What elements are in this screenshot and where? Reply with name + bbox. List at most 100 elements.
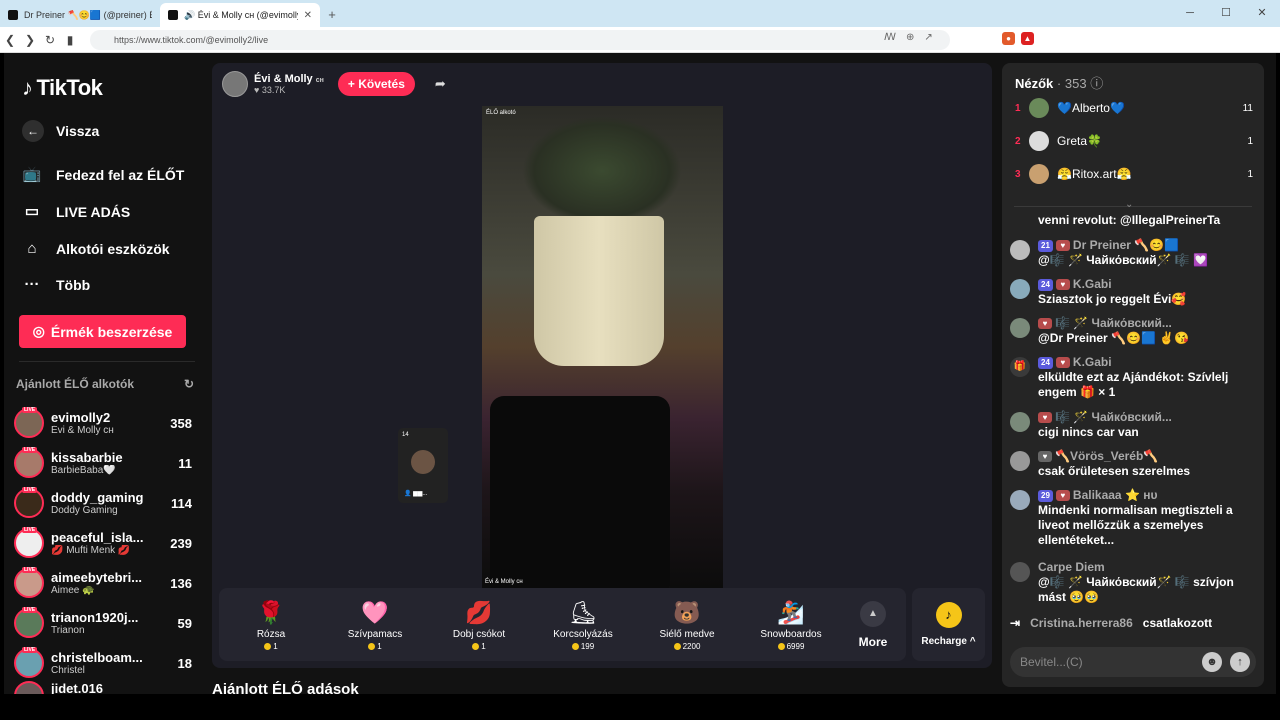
- creator-item[interactable]: LIVE christelboam... Christel 18: [14, 645, 192, 681]
- chat-input[interactable]: Bevitel...(C) ☻ ↑: [1010, 647, 1256, 677]
- join-notice: ⇥ Cristina.herrera86 csatlakozott: [1010, 616, 1212, 630]
- avatar[interactable]: [1010, 240, 1030, 260]
- recharge-button[interactable]: ♪ Recharge ^: [912, 588, 985, 661]
- message-user[interactable]: Balikaaa ⭐ ʜᴜ: [1073, 488, 1158, 503]
- info-icon[interactable]: ⓘ: [1090, 76, 1103, 91]
- avatar: LIVE: [14, 607, 44, 638]
- top-viewer[interactable]: 3 😤Ritox.art😤 1: [1015, 162, 1253, 186]
- avatar[interactable]: [1010, 279, 1030, 299]
- avatar[interactable]: [1010, 318, 1030, 338]
- viewers-header[interactable]: Nézők · 353 ⓘ: [1015, 73, 1103, 92]
- nav-live-studio[interactable]: ▭ LIVE ADÁS: [22, 202, 130, 222]
- gift-name: Snowboardos: [760, 628, 822, 640]
- close-tab-icon[interactable]: ✕: [304, 10, 312, 21]
- creator-item[interactable]: LIVE peaceful_isla... 💋 Mufti Menk 💋 239: [14, 525, 192, 561]
- gift-item[interactable]: 🏂 Snowboardos 6999: [739, 599, 843, 651]
- translate-icon[interactable]: ꟿ: [884, 32, 896, 43]
- get-coins-button[interactable]: ◎ Érmék beszerzése: [19, 315, 186, 348]
- avatar: LIVE: [14, 567, 44, 598]
- heart-icon: ♥: [1038, 318, 1052, 329]
- host-avatar[interactable]: [222, 71, 248, 97]
- follow-button[interactable]: + Követés: [337, 72, 415, 96]
- recharge-label: Recharge ^: [921, 636, 976, 647]
- close-window-button[interactable]: ✕: [1244, 0, 1280, 27]
- emoji-icon[interactable]: ☻: [1202, 652, 1222, 672]
- host-name: Évi & Molly: [254, 73, 313, 85]
- brave-shield-icon[interactable]: ●: [1002, 32, 1015, 45]
- avatar: LIVE: [14, 407, 44, 438]
- creator-item[interactable]: LIVE evimolly2 Évi & Molly ᴄʜ 358: [14, 405, 192, 441]
- refresh-icon[interactable]: ↻: [184, 377, 194, 391]
- maximize-button[interactable]: ☐: [1208, 0, 1244, 27]
- live-video[interactable]: ÉLŐ alkotó Évi & Molly ᴄʜ: [482, 106, 723, 588]
- reload-icon[interactable]: ↻: [40, 33, 60, 47]
- message-user[interactable]: 🎼 🪄 Чайкόвский...: [1055, 410, 1172, 425]
- address-bar[interactable]: https://www.tiktok.com/@evimolly2/live: [90, 30, 950, 50]
- share-icon[interactable]: ↗: [924, 32, 932, 43]
- sidebar: ♪ TikTok ← Vissza 📺 Fedezd fel az ÉLŐT ▭…: [4, 53, 204, 694]
- avatar: LIVE: [14, 487, 44, 518]
- gift-item[interactable]: 🌹 Rózsa 1: [219, 599, 323, 651]
- more-label: More: [858, 634, 888, 649]
- avatar: [1029, 98, 1049, 118]
- more-icon: ···: [24, 276, 40, 293]
- top-viewer[interactable]: 1 💙Alberto💙 11: [1015, 96, 1253, 120]
- gift-item[interactable]: 🐻 Siélő medve 2200: [635, 599, 739, 651]
- zoom-icon[interactable]: ⊕: [906, 32, 914, 43]
- divider: [19, 361, 195, 362]
- creator-item[interactable]: jidet.016: [14, 681, 192, 694]
- heart-icon: ♥: [1055, 240, 1070, 251]
- chat-message: ♥ 🎼 🪄 Чайкόвский... @Dr Preiner 🪓😊🟦 ✌️😘: [1010, 316, 1256, 346]
- share-arrow-icon[interactable]: ➦: [435, 76, 446, 92]
- forward-arrow-icon[interactable]: ❯: [20, 33, 40, 47]
- avatar[interactable]: [1010, 490, 1030, 510]
- browser-tab-bar: Dr Preiner 🪓😊🟦 (@preiner) ÉLŐ 🔊 Évi & Mo…: [0, 0, 1280, 27]
- creator-item[interactable]: LIVE kissabarbie BarbieBaba🤍 11: [14, 445, 192, 481]
- creator-item[interactable]: LIVE doddy_gaming Doddy Gaming 114: [14, 485, 192, 521]
- gift-item[interactable]: 💋 Dobj csókot 1: [427, 599, 531, 651]
- message-user[interactable]: Dr Preiner 🪓😊🟦: [1073, 238, 1179, 253]
- message-user[interactable]: 🎼 🪄 Чайкόвский...: [1055, 316, 1172, 331]
- message-user[interactable]: 🪓Vörös_Veréb🪓: [1055, 449, 1158, 464]
- join-user[interactable]: Cristina.herrera86: [1030, 616, 1133, 630]
- tiktok-note-icon: ♪: [22, 75, 33, 100]
- host-name-row[interactable]: Évi & Molly ᴄʜ: [254, 73, 324, 85]
- gift-item[interactable]: ⛸ Korcsolyázás 199: [531, 599, 635, 651]
- new-tab-button[interactable]: +: [320, 3, 344, 27]
- nav-explore-live[interactable]: 📺 Fedezd fel az ÉLŐT: [22, 165, 185, 185]
- avatar[interactable]: [1010, 451, 1030, 471]
- creator-item[interactable]: LIVE aimeebytebri... Aimee 🐢 136: [14, 565, 192, 601]
- top-viewer[interactable]: 2 Greta🍀 1: [1015, 129, 1253, 153]
- message-user[interactable]: Carpe Diem: [1038, 560, 1105, 575]
- minimize-button[interactable]: ─: [1172, 0, 1208, 27]
- gift-price: 199: [571, 642, 594, 651]
- heart-icon: ♥: [1055, 357, 1070, 368]
- more-gifts-button[interactable]: ▲ More: [843, 600, 903, 649]
- chat-message: 29 ♥ Balikaaa ⭐ ʜᴜ Mindenki normalisan meg…: [1010, 488, 1256, 548]
- message-user[interactable]: K.Gabi: [1073, 355, 1112, 370]
- creator-viewers: 18: [177, 655, 192, 671]
- message-user[interactable]: K.Gabi: [1073, 277, 1112, 292]
- back-arrow-icon[interactable]: ❮: [0, 33, 20, 47]
- send-arrow-icon[interactable]: ↑: [1230, 652, 1250, 672]
- heart-icon: ♥: [1055, 279, 1070, 290]
- rewards-icon[interactable]: ▲: [1021, 32, 1034, 45]
- level-badge: 29: [1038, 489, 1053, 502]
- gift-item[interactable]: 🩷 Szívpamacs 1: [323, 599, 427, 651]
- rose-icon: 🌹: [257, 599, 285, 625]
- viewers-count: · 353: [1056, 76, 1087, 91]
- browser-tab[interactable]: Dr Preiner 🪓😊🟦 (@preiner) ÉLŐ: [0, 3, 160, 27]
- guest-video[interactable]: 14 👤 ▆▆...: [398, 428, 448, 503]
- bookmark-icon[interactable]: ▮: [60, 33, 80, 47]
- live-badge: LIVE: [22, 567, 38, 573]
- back-button[interactable]: ← Vissza: [22, 120, 99, 142]
- chat-message: ♥ 🪓Vörös_Veréb🪓 csak őrületesen szerelmes: [1010, 449, 1256, 479]
- nav-more[interactable]: ··· Több: [22, 275, 91, 295]
- avatar[interactable]: [1010, 412, 1030, 432]
- chevron-down-icon[interactable]: ⌄: [1125, 199, 1133, 210]
- browser-tab-active[interactable]: 🔊 Évi & Molly ᴄʜ (@evimolly2) ÉLŐ ✕: [160, 3, 320, 27]
- nav-creator-tools[interactable]: ⌂ Alkotói eszközök: [22, 239, 169, 259]
- tiktok-logo[interactable]: ♪ TikTok: [22, 75, 103, 101]
- avatar[interactable]: [1010, 562, 1030, 582]
- creator-item[interactable]: LIVE trianon1920j... Trianon 59: [14, 605, 192, 641]
